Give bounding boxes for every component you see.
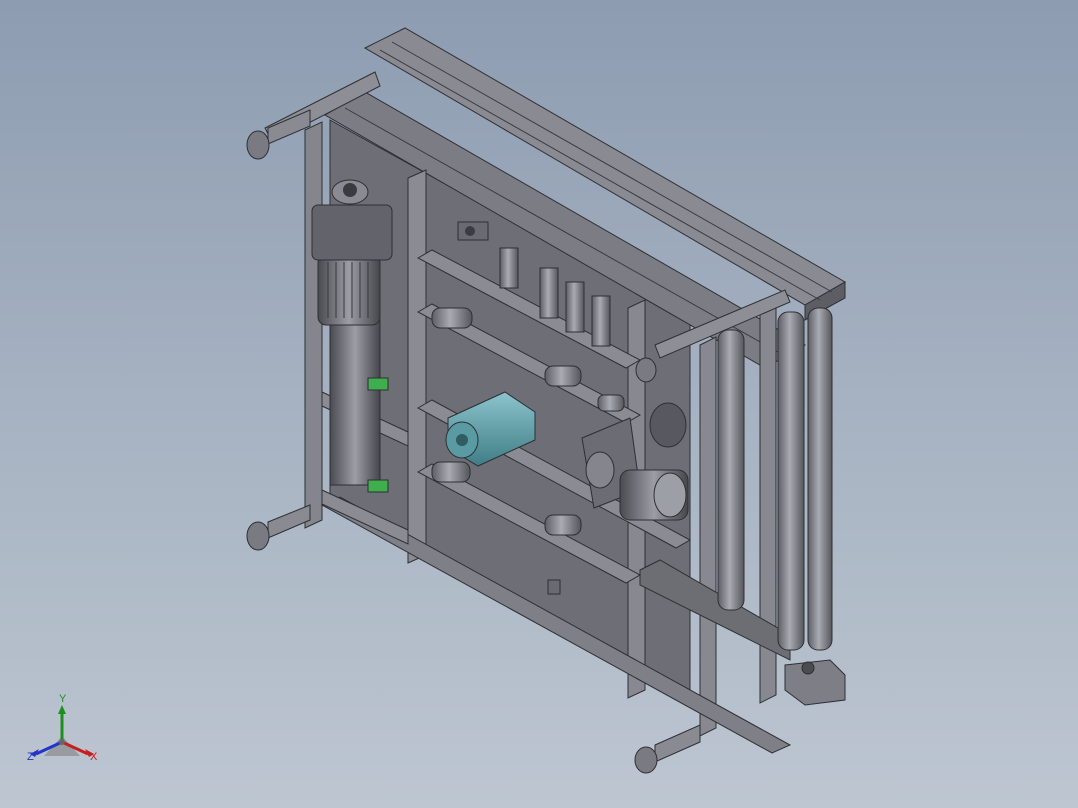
foot-pad-bottom (634, 746, 658, 774)
left-post-inner (407, 169, 427, 564)
pin-5 (597, 394, 625, 412)
gearbox (311, 204, 393, 261)
foot-pad-top-left (246, 130, 270, 160)
drive-wheel (649, 402, 687, 448)
foot-pad-right-mid (635, 357, 657, 383)
axis-z-label: Z (27, 751, 34, 763)
axis-y-label: Y (59, 693, 67, 705)
coordinate-triad: Y Z X (22, 694, 106, 774)
back-roller-1 (539, 267, 559, 319)
back-roller-2 (565, 281, 585, 333)
back-roller-3 (591, 295, 611, 347)
right-post-2 (699, 336, 717, 737)
axis-x-label: X (90, 751, 98, 763)
vertical-roller-1 (717, 329, 745, 611)
foot-bar-bottom (654, 724, 701, 763)
pin-1 (431, 307, 473, 329)
motor-shaft-column (329, 319, 381, 486)
foot-pad-mid-left (246, 521, 270, 551)
foot-bar-top-left (267, 109, 311, 145)
vertical-roller-2 (777, 311, 805, 651)
back-roller-4 (499, 247, 519, 289)
left-post-front (304, 121, 323, 529)
vertical-roller-3 (807, 307, 833, 651)
graphics-viewport[interactable]: Y Z X (0, 0, 1078, 808)
pin-3 (431, 461, 471, 483)
pin-4 (544, 514, 582, 536)
motor-green-collar-2 (367, 479, 389, 493)
motor-green-collar-1 (367, 377, 389, 391)
pin-2 (544, 365, 582, 387)
motor-body (317, 254, 381, 326)
cad-assembly-model[interactable] (0, 0, 1078, 808)
bottom-end-block (784, 659, 846, 706)
foot-bar-mid-left (267, 504, 311, 539)
